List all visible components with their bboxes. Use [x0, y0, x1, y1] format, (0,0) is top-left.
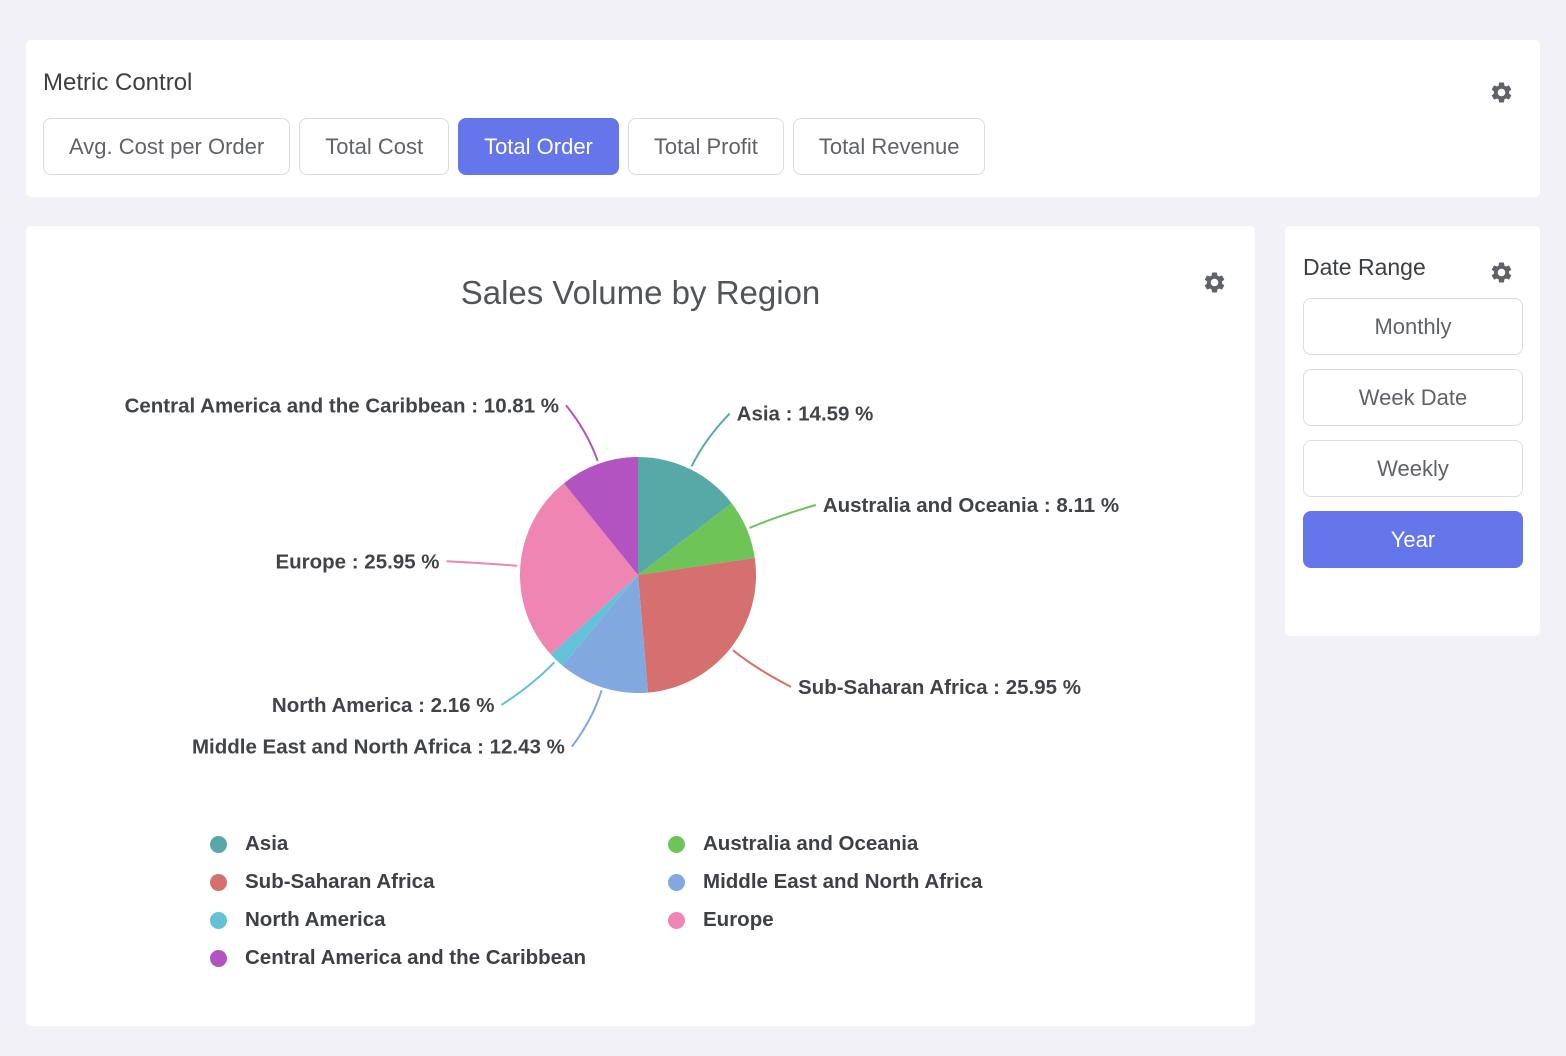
chart-title: Sales Volume by Region	[26, 226, 1255, 316]
pie-label-north-america: North America : 2.16 %	[272, 694, 495, 717]
date-range-settings-gear-icon[interactable]	[1489, 260, 1514, 285]
metric-control-title: Metric Control	[43, 70, 1514, 96]
pie-label-europe: Europe : 25.95 %	[275, 550, 439, 573]
label-leader-line	[692, 414, 730, 467]
legend-dot-australia-and-oceania	[668, 836, 685, 853]
pie-label-australia-and-oceania: Australia and Oceania : 8.11 %	[823, 494, 1119, 517]
date-button-weekly[interactable]: Weekly	[1303, 440, 1523, 497]
label-leader-line	[733, 650, 791, 687]
legend-item-asia[interactable]: Asia	[210, 832, 668, 856]
pie-label-asia: Asia : 14.59 %	[737, 403, 874, 426]
metric-button-total-cost[interactable]: Total Cost	[299, 118, 449, 175]
legend-dot-north-america	[210, 912, 227, 929]
legend-label: Europe	[703, 908, 774, 932]
legend-dot-europe	[668, 912, 685, 929]
legend-label: Central America and the Caribbean	[245, 946, 586, 970]
legend-item-europe[interactable]: Europe	[668, 908, 1255, 932]
date-button-monthly[interactable]: Monthly	[1303, 298, 1523, 355]
label-leader-line	[566, 405, 598, 461]
legend-dot-middle-east-and-north-africa	[668, 874, 685, 891]
pie-label-central-america-and-the-caribbean: Central America and the Caribbean : 10.8…	[125, 394, 559, 417]
legend-dot-central-america-and-the-caribbean	[210, 950, 227, 967]
legend-item-middle-east-and-north-africa[interactable]: Middle East and North Africa	[668, 870, 1255, 894]
legend-dot-asia	[210, 836, 227, 853]
label-leader-line	[749, 505, 815, 528]
legend-item-australia-and-oceania[interactable]: Australia and Oceania	[668, 832, 1255, 856]
legend-label: Sub-Saharan Africa	[245, 870, 435, 894]
chart-settings-gear-icon[interactable]	[1202, 270, 1227, 295]
chart-panel: Sales Volume by Region Asia : 14.59 % Aus…	[26, 226, 1255, 1026]
legend-label: Asia	[245, 832, 288, 856]
legend-label: Middle East and North Africa	[703, 870, 982, 894]
label-leader-line	[447, 561, 518, 565]
pie-slice-sub-saharan-africa[interactable]	[638, 558, 756, 693]
chart-legend: Asia Australia and Oceania Sub-Saharan Afr…	[210, 832, 1255, 970]
legend-label: Australia and Oceania	[703, 832, 918, 856]
legend-item-north-america[interactable]: North America	[210, 908, 668, 932]
date-button-week-date[interactable]: Week Date	[1303, 369, 1523, 426]
metric-button-total-revenue[interactable]: Total Revenue	[793, 118, 986, 175]
pie-label-middle-east-and-north-africa: Middle East and North Africa : 12.43 %	[192, 736, 565, 759]
metric-button-total-profit[interactable]: Total Profit	[628, 118, 784, 175]
dashboard-page: Metric Control Avg. Cost per OrderTotal …	[0, 0, 1566, 1056]
legend-dot-sub-saharan-africa	[210, 874, 227, 891]
legend-item-central-america-and-the-caribbean[interactable]: Central America and the Caribbean	[210, 946, 668, 970]
metric-control-panel: Metric Control Avg. Cost per OrderTotal …	[26, 40, 1540, 197]
pie-chart[interactable]: Asia : 14.59 % Australia and Oceania : 8.…	[26, 346, 1255, 816]
metric-button-avg-cost-per-order[interactable]: Avg. Cost per Order	[43, 118, 290, 175]
label-leader-line	[572, 690, 602, 746]
pie-label-sub-saharan-africa: Sub-Saharan Africa : 25.95 %	[798, 676, 1081, 699]
content-row: Sales Volume by Region Asia : 14.59 % Aus…	[26, 226, 1540, 1026]
metric-button-group: Avg. Cost per OrderTotal CostTotal Order…	[43, 118, 1514, 175]
date-button-year[interactable]: Year	[1303, 511, 1523, 568]
legend-item-sub-saharan-africa[interactable]: Sub-Saharan Africa	[210, 870, 668, 894]
metric-settings-gear-icon[interactable]	[1489, 80, 1514, 105]
legend-label: North America	[245, 908, 386, 932]
label-leader-line	[501, 662, 554, 705]
date-range-button-group: Monthly Week Date Weekly Year	[1303, 298, 1523, 568]
metric-button-total-order[interactable]: Total Order	[458, 118, 619, 175]
date-range-panel: Date Range MonthlyWeek DateWeeklyYear	[1285, 226, 1540, 636]
